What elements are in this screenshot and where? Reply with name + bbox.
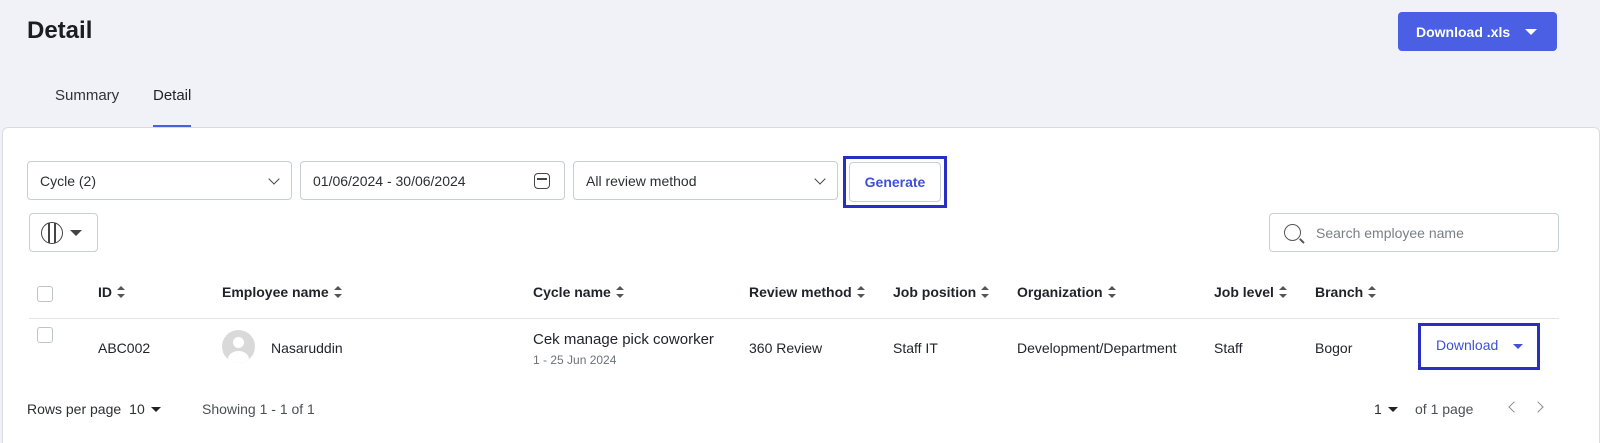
column-settings-button[interactable] — [29, 213, 98, 252]
cell-review-method: 360 Review — [749, 340, 823, 356]
cell-cycle-name: Cek manage pick coworker — [533, 331, 714, 348]
row-download-button[interactable]: Download — [1418, 323, 1540, 370]
page-count-text: of 1 page — [1415, 401, 1474, 417]
tab-summary-label: Summary — [55, 87, 120, 104]
tab-bar: Summary Detail — [0, 80, 1600, 128]
avatar — [222, 330, 255, 363]
column-header-job-position[interactable]: Job position — [893, 284, 990, 300]
column-header-label: Review method — [749, 284, 852, 300]
sort-icon — [117, 286, 125, 298]
showing-text: Showing 1 - 1 of 1 — [202, 401, 315, 417]
row-checkbox[interactable] — [37, 327, 53, 343]
cycle-select-value: Cycle (2) — [40, 172, 97, 189]
cell-organization: Development/Department — [1017, 340, 1177, 356]
sort-icon — [1278, 286, 1287, 298]
column-header-id[interactable]: ID — [98, 284, 125, 300]
chevron-down-icon — [268, 173, 280, 185]
column-header-label: Branch — [1315, 284, 1364, 300]
date-range-picker[interactable]: 01/06/2024 - 30/06/2024 — [300, 161, 565, 200]
chevron-down-icon — [814, 173, 826, 185]
employee-search — [1269, 213, 1559, 252]
cell-job-level: Staff — [1214, 340, 1243, 356]
review-method-value: All review method — [586, 172, 697, 189]
detail-card: Cycle (2) 01/06/2024 - 30/06/2024 All re… — [2, 127, 1600, 443]
sort-icon — [856, 286, 865, 298]
rows-per-page-value: 10 — [129, 401, 145, 417]
caret-down-icon — [70, 230, 82, 236]
select-all-checkbox[interactable] — [37, 286, 53, 302]
cell-job-position: Staff IT — [893, 340, 938, 356]
generate-label: Generate — [864, 174, 926, 190]
column-header-label: Job level — [1214, 284, 1274, 300]
sort-icon — [615, 286, 624, 298]
column-header-job-level[interactable]: Job level — [1214, 284, 1287, 300]
rows-per-page-label: Rows per page — [27, 401, 122, 417]
download-xls-button[interactable]: Download .xls — [1398, 12, 1557, 51]
sort-icon — [1368, 286, 1377, 298]
column-header-label: Job position — [893, 284, 977, 300]
tab-detail[interactable]: Detail — [153, 87, 192, 127]
search-icon — [1284, 224, 1301, 241]
column-header-employee-name[interactable]: Employee name — [222, 284, 342, 300]
column-header-label: Organization — [1017, 284, 1103, 300]
tab-detail-label: Detail — [153, 87, 192, 104]
review-method-select[interactable]: All review method — [573, 161, 838, 200]
sort-icon — [981, 286, 990, 298]
search-input[interactable] — [1316, 214, 1546, 251]
next-page-icon[interactable] — [1532, 401, 1544, 413]
cell-employee-name: Nasaruddin — [271, 340, 343, 356]
cell-cycle-dates: 1 - 25 Jun 2024 — [533, 353, 617, 367]
cell-id: ABC002 — [98, 340, 151, 356]
date-range-value: 01/06/2024 - 30/06/2024 — [313, 172, 466, 189]
page-select[interactable]: 1 — [1374, 401, 1398, 417]
column-header-cycle-name[interactable]: Cycle name — [533, 284, 624, 300]
generate-button[interactable]: Generate — [843, 156, 947, 208]
header-divider — [29, 318, 1559, 319]
sort-icon — [333, 286, 342, 298]
cycle-select[interactable]: Cycle (2) — [27, 161, 292, 200]
download-xls-label: Download .xls — [1416, 23, 1511, 40]
row-download-label: Download — [1436, 337, 1499, 353]
column-header-organization[interactable]: Organization — [1017, 284, 1116, 300]
sort-icon — [1107, 286, 1116, 298]
cell-branch: Bogor — [1315, 340, 1353, 356]
column-header-label: Cycle name — [533, 284, 611, 300]
caret-down-icon — [150, 406, 161, 412]
rows-per-page: Rows per page 10 — [27, 401, 161, 417]
rows-per-page-select[interactable]: 10 — [129, 401, 161, 417]
page-title: Detail — [27, 17, 93, 44]
column-header-branch[interactable]: Branch — [1315, 284, 1377, 300]
caret-down-icon — [1387, 406, 1398, 412]
caret-down-icon — [1513, 344, 1523, 349]
chevron-down-icon — [1525, 29, 1537, 35]
tab-summary[interactable]: Summary — [55, 87, 119, 127]
page-select-value: 1 — [1374, 401, 1382, 417]
column-header-label: ID — [98, 284, 112, 300]
previous-page-icon[interactable] — [1508, 401, 1520, 413]
column-header-label: Employee name — [222, 284, 329, 300]
column-header-review-method[interactable]: Review method — [749, 284, 865, 300]
calendar-icon — [534, 173, 550, 189]
columns-icon — [41, 222, 63, 244]
